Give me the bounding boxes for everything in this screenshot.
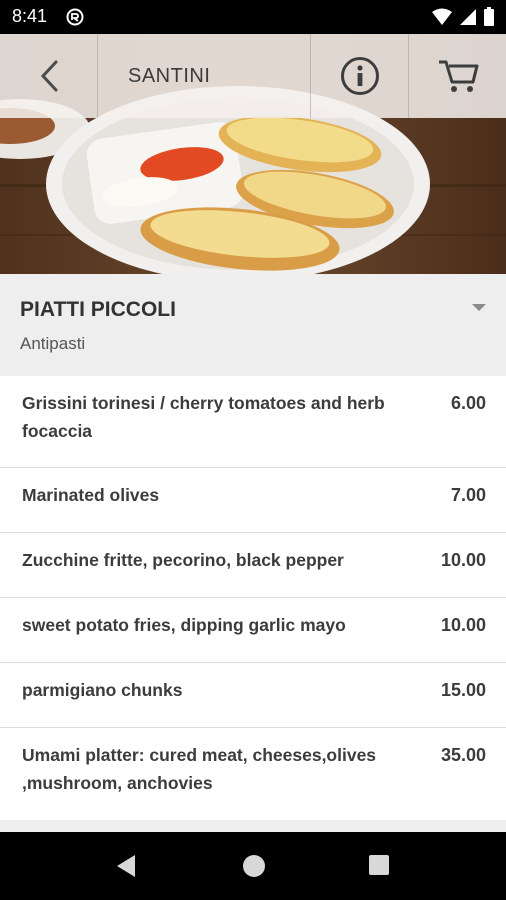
menu-item-name: Zucchine fritte, pecorino, black pepper [22, 550, 344, 570]
back-button[interactable] [0, 34, 98, 118]
menu-item-price: 7.00 [450, 485, 486, 505]
menu-item-name: Umami platter: cured meat, cheeses,olive… [22, 745, 377, 793]
menu-item[interactable]: Umami platter: cured meat, cheeses,olive… [0, 728, 506, 820]
menu-list: Grissini torinesi / cherry tomatoes and … [0, 376, 506, 820]
menu-item-price: 35.00 [440, 745, 486, 765]
app-header: SANTINI [0, 34, 506, 118]
signal-icon [460, 8, 476, 25]
menu-item-name: parmigiano chunks [22, 680, 183, 700]
page-title: SANTINI [98, 34, 311, 118]
dropdown-arrow-icon [472, 304, 486, 311]
status-time: 8:41 [12, 6, 48, 26]
menu-item-price: 6.00 [450, 393, 486, 413]
app-notification-icon [66, 8, 84, 26]
menu-item-name: sweet potato fries, dipping garlic mayo [22, 615, 346, 635]
menu-item-name: Grissini torinesi / cherry tomatoes and … [22, 393, 385, 441]
wifi-icon [432, 8, 452, 25]
chevron-left-icon [40, 60, 57, 92]
category-subtitle: Antipasti [20, 334, 86, 353]
menu-item[interactable]: sweet potato fries, dipping garlic mayo … [0, 598, 506, 663]
cart-button[interactable] [409, 34, 506, 118]
menu-item-price: 10.00 [440, 615, 486, 635]
nav-home-icon[interactable] [243, 855, 265, 877]
menu-item-price: 15.00 [440, 680, 486, 700]
menu-item[interactable]: Marinated olives 7.00 [0, 468, 506, 533]
list-footer-divider [0, 820, 506, 832]
cart-icon [438, 60, 478, 92]
info-icon [340, 57, 379, 95]
category-title: PIATTI PICCOLI [20, 298, 176, 321]
status-bar: 8:41 [0, 0, 506, 34]
menu-item-name: Marinated olives [22, 485, 160, 505]
menu-item-price: 10.00 [440, 550, 486, 570]
info-button[interactable] [311, 34, 409, 118]
nav-recents-icon[interactable] [369, 855, 389, 875]
category-header[interactable]: PIATTI PICCOLI Antipasti [0, 274, 506, 376]
menu-item[interactable]: Grissini torinesi / cherry tomatoes and … [0, 376, 506, 468]
menu-item[interactable]: parmigiano chunks 15.00 [0, 663, 506, 728]
battery-icon [484, 7, 494, 26]
menu-item[interactable]: Zucchine fritte, pecorino, black pepper … [0, 533, 506, 598]
system-nav-bar [0, 832, 506, 900]
nav-back-icon[interactable] [116, 854, 136, 878]
